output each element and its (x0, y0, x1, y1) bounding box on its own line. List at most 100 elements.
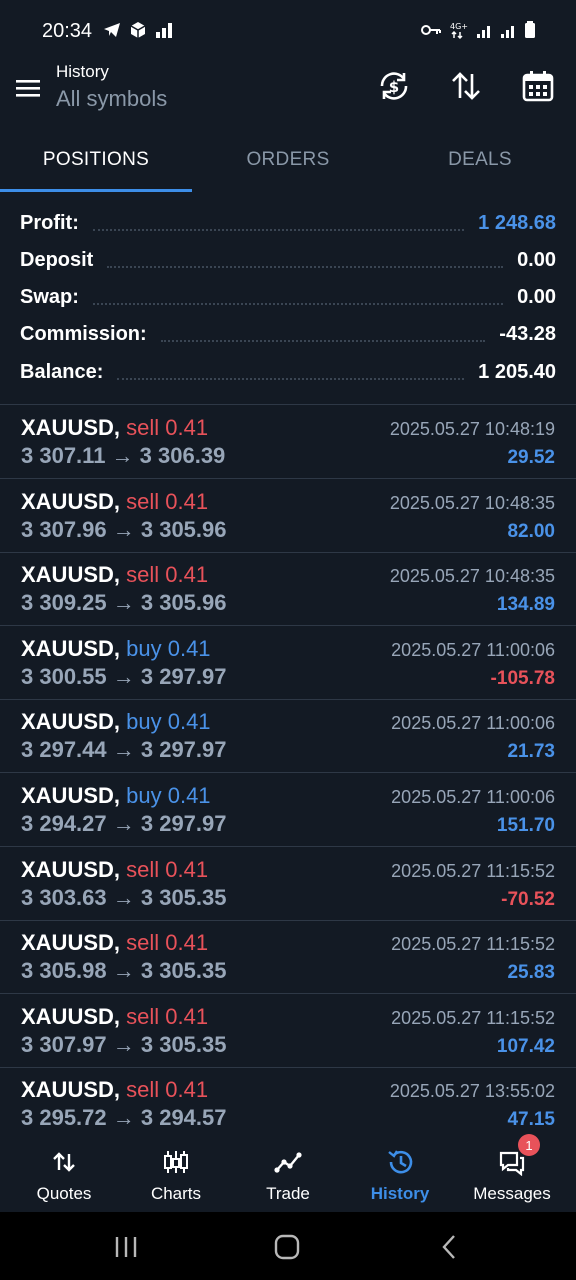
deal-profit: -105.78 (490, 667, 555, 689)
deal-symbol: XAUUSD, sell 0.41 (21, 1004, 208, 1030)
nav-trade-label: Trade (266, 1184, 310, 1203)
profit-label: Profit: (20, 211, 79, 234)
deal-prices: 3 307.11 → 3 306.39 (21, 443, 226, 468)
nav-charts-label: Charts (150, 1184, 202, 1203)
balance-label: Balance: (20, 360, 104, 383)
deal-row[interactable]: XAUUSD, sell 0.41 3 295.72 → 3 294.57 2025… (0, 1067, 576, 1142)
deal-type: sell 0.41 (126, 1003, 209, 1029)
deal-row[interactable]: XAUUSD, sell 0.41 3 307.96 → 3 305.96 2025… (0, 479, 576, 553)
tab-orders[interactable]: ORDERS (192, 130, 384, 190)
cube-icon (130, 22, 146, 38)
deal-symbol-text: XAUUSD, (21, 1077, 121, 1103)
currency-exchange-button[interactable]: $ (376, 68, 412, 104)
deal-type: sell 0.41 (126, 562, 209, 588)
dotted-leader (92, 221, 465, 231)
dotted-leader (107, 258, 504, 268)
deal-row[interactable]: XAUUSD, sell 0.41 3 309.25 → 3 305.96 2025… (0, 552, 576, 627)
history-tabs: POSITIONS ORDERS DEALS (0, 130, 576, 192)
back-icon[interactable] (434, 1232, 464, 1262)
deposit-label: Deposit (20, 248, 94, 271)
home-icon[interactable] (272, 1232, 302, 1262)
deal-prices: 3 305.98 → 3 305.35 (21, 958, 227, 984)
status-time: 20:34 (42, 20, 93, 42)
history-icon (388, 1150, 413, 1174)
telegram-icon (104, 23, 120, 37)
profit-row: Profit: 1 248.68 (20, 208, 556, 238)
deal-prices: 3 303.63 → 3 305.35 (21, 884, 227, 910)
deal-profit: 151.70 (496, 815, 555, 836)
deal-row[interactable]: XAUUSD, sell 0.41 3 305.98 → 3 305.35 2025… (0, 920, 576, 995)
nav-history-label: History (370, 1184, 430, 1203)
deal-type: buy 0.41 (126, 635, 211, 661)
deal-profit: 29.52 (507, 447, 555, 468)
dotted-leader (160, 332, 486, 342)
status-right-icons: 4G+ (420, 20, 536, 40)
deal-row[interactable]: XAUUSD, sell 0.41 3 303.63 → 3 305.35 2025… (0, 847, 576, 921)
svg-text:$: $ (389, 78, 399, 96)
deal-symbol: XAUUSD, sell 0.41 (21, 1077, 208, 1103)
status-left-icons (102, 20, 176, 40)
commission-row: Commission: -43.28 (20, 319, 556, 349)
deal-profit: -70.52 (501, 888, 555, 910)
quotes-icon (53, 1152, 75, 1172)
tab-deals[interactable]: DEALS (384, 130, 576, 190)
nav-trade[interactable]: Trade (232, 1140, 344, 1212)
deal-time: 2025.05.27 13:55:02 (389, 1081, 555, 1102)
deal-symbol-text: XAUUSD, (21, 709, 121, 735)
deal-prices: 3 307.97 → 3 305.35 (21, 1031, 227, 1057)
deal-row[interactable]: XAUUSD, buy 0.41 3 297.44 → 3 297.97 2025.… (0, 699, 576, 774)
deal-symbol-text: XAUUSD, (21, 783, 121, 808)
nav-charts[interactable]: Charts (120, 1140, 232, 1212)
deal-prices: 3 307.96 → 3 305.96 (21, 516, 227, 542)
deal-symbol: XAUUSD, buy 0.41 (21, 636, 211, 662)
swap-label: Swap: (20, 285, 79, 308)
deal-time: 2025.05.27 11:00:06 (391, 639, 555, 660)
symbol-filter[interactable]: All symbols (56, 86, 167, 112)
calendar-button[interactable] (520, 68, 556, 104)
deal-profit: 21.73 (507, 741, 555, 763)
battery-icon (525, 21, 535, 38)
messages-badge: 1 (518, 1134, 540, 1156)
tab-positions[interactable]: POSITIONS (0, 130, 192, 190)
page-title: History (56, 62, 109, 81)
deal-time: 2025.05.27 11:00:06 (391, 713, 555, 734)
deal-row[interactable]: XAUUSD, buy 0.41 3 294.27 → 3 297.97 2025.… (0, 773, 576, 847)
nav-history[interactable]: History (344, 1140, 456, 1212)
svg-text:4G+: 4G+ (450, 22, 468, 31)
deal-row[interactable]: XAUUSD, sell 0.41 3 307.97 → 3 305.35 2025… (0, 994, 576, 1068)
deal-prices: 3 294.27 → 3 297.97 (21, 811, 227, 836)
deal-symbol-text: XAUUSD, (21, 930, 121, 956)
sort-button[interactable] (448, 68, 484, 104)
system-nav-bar (0, 1212, 576, 1280)
nav-messages[interactable]: 1 Messages (456, 1134, 568, 1212)
deal-symbol-text: XAUUSD, (21, 856, 121, 882)
balance-value: 1 205.40 (478, 360, 556, 383)
deal-type: sell 0.41 (126, 856, 209, 882)
deal-symbol: XAUUSD, sell 0.41 (21, 857, 208, 883)
deal-symbol: XAUUSD, buy 0.41 (21, 709, 211, 735)
calendar-icon (522, 71, 554, 102)
deal-row[interactable]: XAUUSD, buy 0.41 3 300.55 → 3 297.97 2025.… (0, 626, 576, 700)
signal-bars-2-icon (501, 26, 514, 38)
menu-button[interactable] (14, 74, 42, 102)
deal-type: sell 0.41 (126, 930, 209, 956)
deal-symbol: XAUUSD, sell 0.41 (21, 415, 208, 441)
deal-symbol-text: XAUUSD, (21, 635, 121, 661)
swap-value: 0.00 (517, 285, 556, 308)
deal-profit: 82.00 (507, 520, 555, 542)
deal-profit: 107.42 (496, 1035, 555, 1057)
deal-time: 2025.05.27 11:15:52 (391, 934, 555, 955)
nav-quotes[interactable]: Quotes (8, 1140, 120, 1212)
deal-row[interactable]: XAUUSD, sell 0.41 3 307.11 → 3 306.39 2025… (0, 405, 576, 479)
deal-prices: 3 297.44 → 3 297.97 (21, 737, 227, 763)
hamburger-icon (16, 80, 40, 97)
network-4g-icon: 4G+ (450, 22, 468, 40)
deal-type: sell 0.41 (126, 488, 209, 514)
key-icon (421, 25, 441, 35)
deal-profit: 25.83 (507, 962, 555, 984)
deal-symbol-text: XAUUSD, (21, 488, 121, 514)
deposit-row: Deposit 0.00 (20, 245, 556, 275)
deposit-value: 0.00 (517, 248, 556, 271)
recent-apps-icon[interactable] (111, 1232, 141, 1262)
deal-type: sell 0.41 (126, 415, 209, 440)
